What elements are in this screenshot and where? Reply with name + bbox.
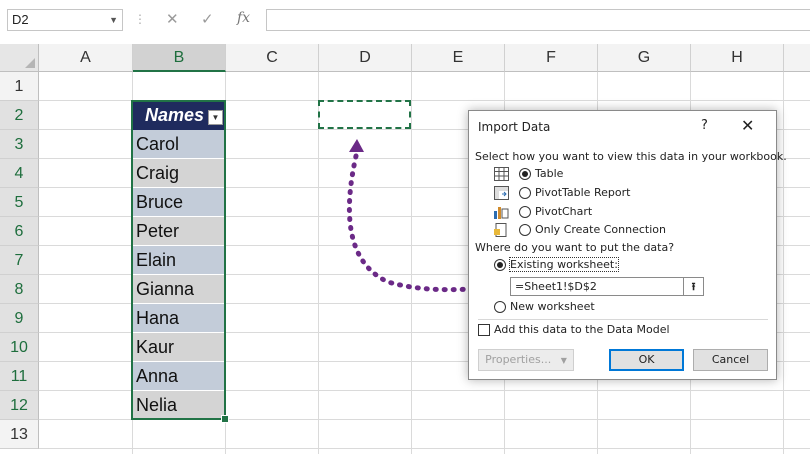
row-header-7[interactable]: 7 [0, 246, 39, 275]
row-header-1[interactable]: 1 [0, 72, 39, 101]
divider [478, 319, 768, 320]
row-header-9[interactable]: 9 [0, 304, 39, 333]
option-table[interactable]: Table [535, 167, 563, 180]
place-prompt: Where do you want to put the data? [475, 241, 675, 254]
data-model-label[interactable]: Add this data to the Data Model [494, 323, 670, 336]
connection-icon [494, 223, 507, 237]
formula-bar: D2 ▼ ⋮ ✕ ✓ fx [0, 0, 810, 45]
collapse-dialog-icon[interactable]: ⭱ [683, 278, 703, 295]
radio-pivottable[interactable] [519, 187, 531, 199]
table-cell[interactable]: Elain [133, 246, 225, 275]
column-header-f[interactable]: F [505, 44, 598, 72]
marching-ants-d2 [318, 100, 411, 129]
radio-new-worksheet[interactable] [494, 301, 506, 313]
table-cell[interactable]: Anna [133, 362, 225, 391]
properties-button-label: Properties... [485, 353, 552, 366]
chevron-down-icon[interactable]: ▼ [109, 10, 118, 30]
column-header-d[interactable]: D [319, 44, 412, 72]
column-header-a[interactable]: A [39, 44, 133, 72]
column-header-h[interactable]: H [691, 44, 784, 72]
view-prompt: Select how you want to view this data in… [475, 150, 787, 163]
radio-only-connection[interactable] [519, 224, 531, 236]
table-cell[interactable]: Nelia [133, 391, 225, 420]
close-icon[interactable]: ✕ [741, 116, 754, 135]
insert-function-icon[interactable]: fx [237, 10, 250, 26]
gridline [39, 448, 810, 449]
radio-table[interactable] [519, 168, 531, 180]
data-model-checkbox[interactable] [478, 324, 490, 336]
row-header-13[interactable]: 13 [0, 420, 39, 449]
fill-handle[interactable] [221, 415, 229, 423]
option-only-connection[interactable]: Only Create Connection [535, 223, 666, 236]
row-header-4[interactable]: 4 [0, 159, 39, 188]
properties-button[interactable]: Properties... ▼ [478, 349, 574, 371]
radio-pivotchart[interactable] [519, 206, 531, 218]
ok-button[interactable]: OK [609, 349, 684, 371]
row-header-3[interactable]: 3 [0, 130, 39, 159]
column-header-c[interactable]: C [226, 44, 319, 72]
option-pivottable[interactable]: PivotTable Report [535, 186, 630, 199]
reference-input[interactable]: =Sheet1!$D$2 [510, 277, 704, 296]
column-header-b[interactable]: B [133, 44, 226, 72]
column-header-e[interactable]: E [412, 44, 505, 72]
column-header-g[interactable]: G [598, 44, 691, 72]
row-header-8[interactable]: 8 [0, 275, 39, 304]
name-box-value: D2 [12, 12, 29, 27]
option-existing-worksheet[interactable]: Existing worksheet: [509, 257, 619, 272]
row-header-11[interactable]: 11 [0, 362, 39, 391]
pivottable-icon [494, 186, 509, 200]
radio-existing-worksheet[interactable] [494, 259, 506, 271]
table-icon [494, 167, 509, 181]
dialog-title: Import Data [478, 120, 551, 134]
import-data-dialog: Import Data ? ✕ Select how you want to v… [468, 110, 787, 380]
cancel-icon[interactable]: ✕ [166, 10, 179, 28]
row-header-10[interactable]: 10 [0, 333, 39, 362]
row-header-12[interactable]: 12 [0, 391, 39, 420]
table-cell[interactable]: Hana [133, 304, 225, 333]
cancel-button[interactable]: Cancel [693, 349, 768, 371]
pivotchart-icon [494, 207, 509, 219]
row-header-2[interactable]: 2 [0, 101, 39, 130]
row-header-5[interactable]: 5 [0, 188, 39, 217]
option-new-worksheet[interactable]: New worksheet [510, 300, 595, 313]
row-header-6[interactable]: 6 [0, 217, 39, 246]
enter-icon[interactable]: ✓ [201, 10, 214, 28]
table-cell[interactable]: Carol [133, 130, 225, 159]
filter-dropdown-icon[interactable]: ▼ [208, 110, 223, 125]
table-cell[interactable]: Peter [133, 217, 225, 246]
table-cell[interactable]: Craig [133, 159, 225, 188]
reference-value: =Sheet1!$D$2 [515, 280, 597, 293]
table-cell[interactable]: Bruce [133, 188, 225, 217]
option-pivotchart[interactable]: PivotChart [535, 205, 592, 218]
chevron-down-icon: ▼ [560, 356, 567, 365]
table-cell[interactable]: Gianna [133, 275, 225, 304]
name-box[interactable]: D2 ▼ [7, 9, 123, 31]
drag-handle-icon[interactable]: ⋮ [134, 12, 146, 26]
table-cell[interactable]: Kaur [133, 333, 225, 362]
formula-input[interactable] [266, 9, 810, 31]
select-all-button[interactable] [0, 44, 39, 72]
column-header-i[interactable] [784, 44, 810, 72]
help-icon[interactable]: ? [701, 118, 708, 133]
